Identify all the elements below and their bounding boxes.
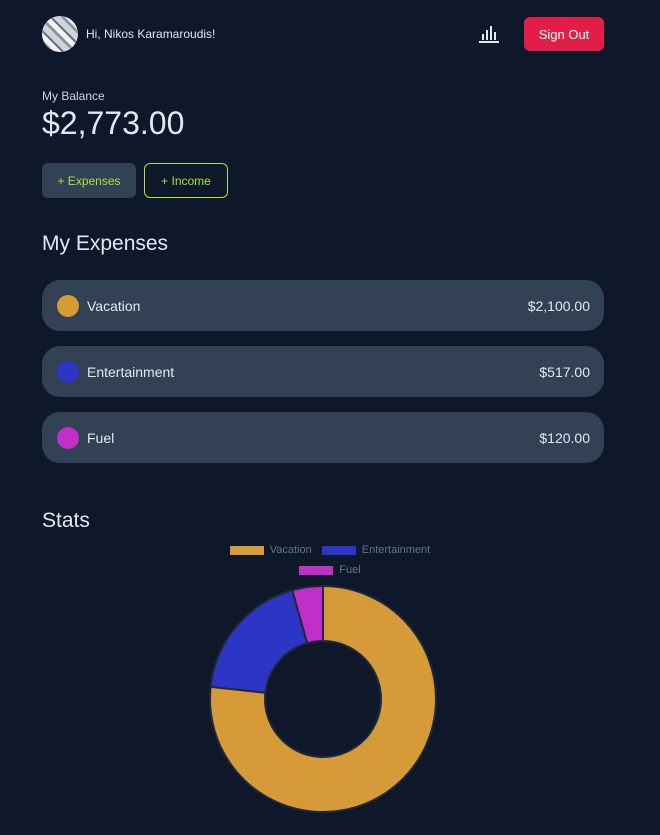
category-color-dot [57, 426, 79, 449]
expense-list: Vacation $2,100.00 Entertainment $517.00… [42, 280, 604, 478]
legend-item-vacation[interactable]: Vacation [229, 544, 312, 556]
expense-amount: $2,100.00 [527, 297, 590, 314]
expense-amount: $120.00 [539, 429, 590, 446]
legend-row: Vacation Entertainment [0, 540, 660, 560]
category-color-dot [57, 360, 79, 383]
balance-value: $2,773.00 [42, 105, 185, 141]
balance-label: My Balance [42, 89, 105, 103]
expense-amount: $517.00 [539, 363, 590, 380]
legend-swatch [299, 565, 334, 575]
chart-legend: Vacation Entertainment Fuel [0, 540, 660, 580]
legend-row: Fuel [0, 560, 660, 580]
sign-out-button[interactable]: Sign Out [524, 17, 604, 51]
header-actions: Sign Out [478, 17, 604, 51]
expense-left: Entertainment [57, 360, 175, 383]
legend-label: Entertainment [361, 544, 431, 556]
expense-item-fuel[interactable]: Fuel $120.00 [42, 412, 604, 463]
legend-swatch [321, 545, 356, 555]
user-info: Hi, Nikos Karamaroudis! [42, 16, 215, 52]
expenses-title: My Expenses [42, 232, 169, 255]
legend-label: Vacation [269, 544, 312, 556]
header: Hi, Nikos Karamaroudis! Sign Out [42, 16, 604, 52]
add-expense-button[interactable]: + Expenses [42, 163, 136, 198]
expense-item-vacation[interactable]: Vacation $2,100.00 [42, 280, 604, 331]
donut-slice-entertainment[interactable] [209, 589, 309, 694]
legend-swatch [229, 545, 264, 555]
balance-actions: + Expenses + Income [42, 163, 228, 198]
legend-item-entertainment[interactable]: Entertainment [321, 544, 431, 556]
add-income-button[interactable]: + Income [144, 163, 228, 198]
legend-label: Fuel [339, 564, 361, 576]
expense-item-entertainment[interactable]: Entertainment $517.00 [42, 346, 604, 397]
stats-title: Stats [42, 509, 90, 532]
greeting-text: Hi, Nikos Karamaroudis! [86, 27, 216, 41]
avatar[interactable] [42, 16, 78, 52]
expense-left: Vacation [57, 294, 141, 317]
expense-name: Vacation [87, 297, 141, 314]
legend-item-fuel[interactable]: Fuel [299, 564, 361, 576]
category-color-dot [57, 294, 79, 317]
expenses-donut-chart [209, 584, 437, 813]
bar-chart-icon[interactable] [478, 24, 500, 44]
expense-name: Fuel [87, 429, 115, 446]
expense-name: Entertainment [87, 363, 175, 380]
expense-left: Fuel [57, 426, 115, 449]
